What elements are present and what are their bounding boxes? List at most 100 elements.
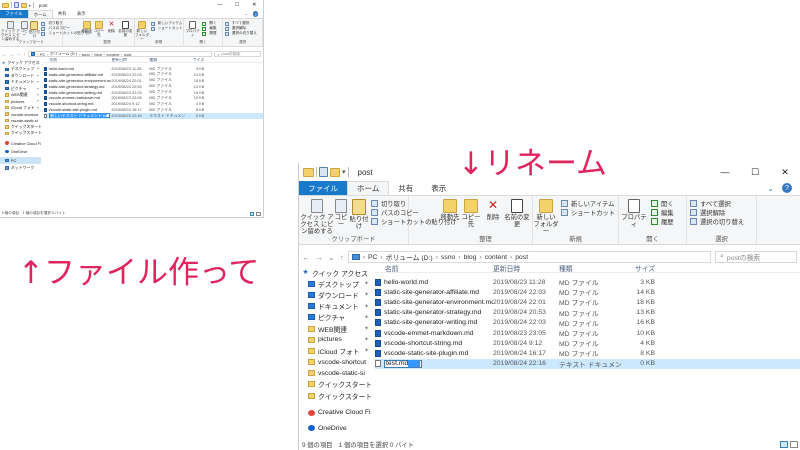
pin-icon[interactable]: ✦ [364,336,369,343]
breadcrumb-item[interactable]: › ボリューム (D:) [47,52,77,57]
column-size[interactable]: サイズ [185,58,205,63]
pin-icon[interactable]: ✦ [364,303,369,310]
tab-view[interactable]: 表示 [422,181,455,195]
breadcrumb-item[interactable]: › post [510,254,528,261]
table-row[interactable]: static-site-generator-writing.md 2019/08/… [375,318,800,328]
minimize-button[interactable]: — [211,0,228,10]
breadcrumb-item[interactable]: › content [479,254,507,261]
new-item-button[interactable]: 新しいアイテム [561,199,614,208]
invert-selection-button[interactable]: 選択の切り替え [224,31,257,36]
column-name[interactable]: 名前 [44,58,112,63]
properties-button[interactable]: プロパティ [619,199,649,229]
pin-quick-access-button[interactable]: クイック アクセス にピン留めする [1,21,21,42]
breadcrumb-item[interactable]: › ssno [436,254,456,261]
maximize-button[interactable]: ☐ [228,0,245,10]
tab-home[interactable]: ホーム [347,181,390,195]
tab-share[interactable]: 共有 [389,181,422,195]
pin-icon[interactable]: ✦ [364,347,369,354]
details-view-icon[interactable] [249,211,255,216]
close-button[interactable]: ✕ [770,163,800,181]
nav-item[interactable]: ダウンロード ✦ [299,289,371,300]
table-row[interactable]: hello-world.md 2019/08/23 11:28 MD ファイル 3 K… [375,277,800,287]
copy-path-button[interactable]: パスのコピー [371,208,419,217]
nav-item[interactable]: クイックスタート [0,130,41,136]
nav-item[interactable]: PC [0,157,42,164]
breadcrumb-item[interactable]: › PC [37,52,45,57]
invert-selection-button[interactable]: 選択の切り替え [690,217,744,226]
open-button[interactable]: 開く [651,199,674,208]
table-row[interactable]: static-site-generator-affiliate.md 2019/0… [375,287,800,297]
nav-item[interactable]: vscode-static-si [299,368,371,379]
easy-access-button[interactable]: ショートカット [561,208,615,217]
new-folder-button[interactable]: 新しい フォルダー [135,21,150,42]
pin-icon[interactable]: ✦ [364,280,369,287]
new-folder-icon[interactable] [20,2,27,8]
nav-item[interactable]: ドキュメント ✦ [299,301,371,312]
nav-item[interactable]: vscode-shortcut [299,357,371,368]
column-name[interactable]: 名前 [375,263,493,273]
copy-to-button[interactable]: コピー先 [93,21,106,38]
details-view-icon[interactable] [780,441,788,448]
paste-button[interactable]: 貼り付け [348,199,370,231]
cut-button[interactable]: 切り取り [371,199,406,208]
move-to-button[interactable]: 移動先 [81,21,94,34]
pin-icon[interactable]: ✦ [37,93,40,97]
back-button[interactable]: ← [302,253,310,262]
minimize-button[interactable]: — [710,163,740,181]
chevron-down-icon[interactable]: ⌄ [767,184,774,193]
new-folder-icon[interactable] [330,167,340,177]
table-row[interactable]: vscode-static-site-plugin.md 2019/08/24 1… [375,348,800,358]
rename-input[interactable]: test.md [384,359,423,368]
breadcrumb-item[interactable]: › post [121,52,131,57]
breadcrumb-item[interactable]: › content [104,52,120,57]
close-button[interactable]: ✕ [246,0,263,10]
forward-button[interactable]: → [9,52,14,57]
pin-icon[interactable]: ✦ [37,106,40,110]
large-icons-view-icon[interactable] [256,211,261,216]
breadcrumb[interactable]: › PC › ボリューム (D:) › ssno › blog › content › post [347,251,711,263]
column-type[interactable]: 種類 [149,58,185,63]
nav-item[interactable]: Creative Cloud File [299,407,371,418]
pin-icon[interactable]: ✦ [364,325,369,332]
history-button[interactable]: 履歴 [651,217,674,226]
chevron-down-icon[interactable]: ⌄ [244,11,248,17]
column-date[interactable]: 更新日時 [493,263,559,273]
tab-file[interactable]: ファイル [0,10,28,19]
properties-icon[interactable] [319,167,328,177]
column-date[interactable]: 更新日時 [111,58,149,63]
back-button[interactable]: ← [2,52,7,57]
breadcrumb-item[interactable]: › PC [363,254,378,261]
table-row[interactable]: static-site-generator-strategy.md 2019/08… [375,308,800,318]
nav-item[interactable]: WEB関連 ✦ [299,323,371,334]
table-row[interactable]: 新しいテキスト ドキュメント.txt 2019/08/24 22:16 テキスト ド… [43,113,263,119]
help-icon[interactable]: ? [252,11,259,18]
up-button[interactable]: ↑ [23,52,25,57]
chevron-down-icon[interactable]: ▾ [29,3,31,8]
breadcrumb-item[interactable]: › blog [92,52,102,57]
column-size[interactable]: サイズ [621,263,655,273]
nav-item[interactable]: Creative Cloud File [0,140,41,146]
nav-item[interactable]: iCloud フォト ✦ [299,345,371,356]
maximize-button[interactable]: ☐ [740,163,770,181]
rename-button[interactable]: 名前の変更 [504,199,530,229]
table-row[interactable]: test.md 2019/08/24 22:16 テキスト ドキュメント 0 KB [375,358,800,369]
column-type[interactable]: 種類 [559,263,621,273]
nav-item[interactable]: pictures ✦ [299,334,371,345]
nav-item[interactable]: ネットワーク [0,165,41,171]
nav-item[interactable]: ピクチャ ✦ [299,312,371,323]
large-icons-view-icon[interactable] [790,441,798,448]
breadcrumb-item[interactable]: › blog [458,254,476,261]
new-folder-button[interactable]: 新しい フォルダー [533,199,559,236]
recent-button[interactable]: ⌄ [17,51,21,57]
paste-button[interactable]: 貼り付け [28,21,41,39]
copy-to-button[interactable]: コピー先 [460,199,482,229]
forward-button[interactable]: → [315,253,323,262]
breadcrumb-item[interactable]: › ボリューム (D:) [380,252,432,263]
tab-view[interactable]: 表示 [72,10,91,18]
move-to-button[interactable]: 移動先 [439,199,461,222]
recent-button[interactable]: ⌄ [328,253,335,262]
pin-icon[interactable]: ✦ [37,80,40,84]
pin-icon[interactable]: ✦ [37,74,40,78]
table-row[interactable]: vscode-shortcut-string.md 2019/08/24 9:12… [375,338,800,348]
rename-input[interactable]: 新しいテキスト ドキュメント.txt [48,113,111,118]
